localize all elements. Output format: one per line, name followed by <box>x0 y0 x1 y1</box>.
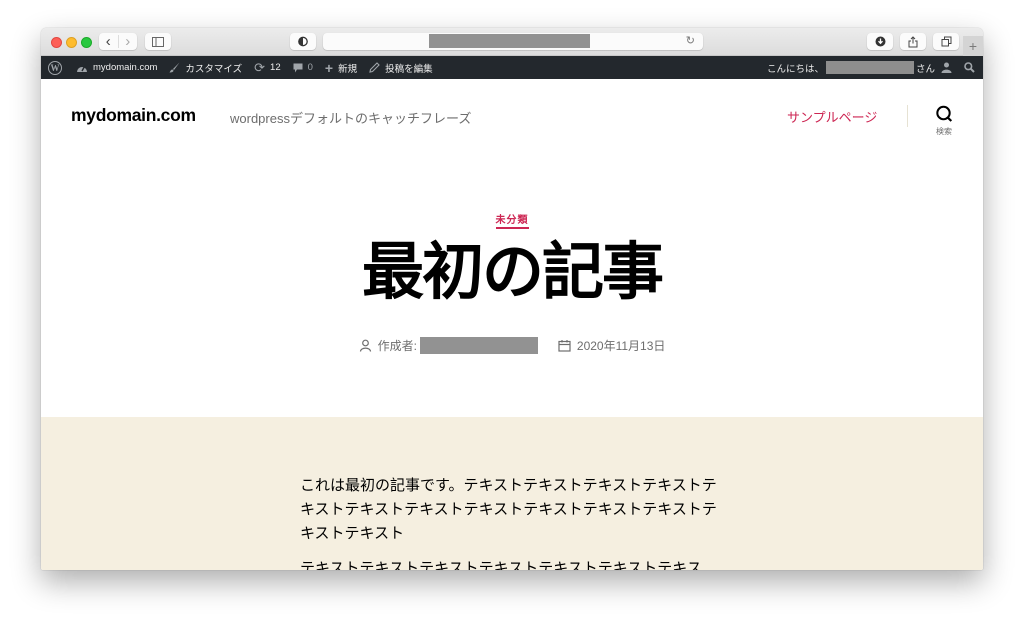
chevron-right-icon: › <box>125 33 131 50</box>
admin-bar-edit-post-label: 投稿を編集 <box>385 63 433 75</box>
admin-bar-site-name[interactable]: mydomain.com <box>70 56 163 79</box>
admin-bar-edit-post[interactable]: 投稿を編集 <box>363 56 439 79</box>
wp-admin-bar: W mydomain.com カスタマイズ ⟳ 12 0 + 新規 投稿を編集 … <box>41 56 983 79</box>
post-title: 最初の記事 <box>361 235 664 308</box>
forward-button[interactable]: › <box>119 33 138 50</box>
download-icon <box>875 36 885 47</box>
tab-overview-button[interactable] <box>933 33 959 50</box>
entry-header: 未分類 最初の記事 作成者: 2020年11月13日 <box>41 159 983 417</box>
post-author: 作成者: <box>359 337 538 354</box>
search-toggle-label: 検索 <box>936 127 952 136</box>
post-meta: 作成者: 2020年11月13日 <box>41 337 983 354</box>
updates-count: 12 <box>270 62 281 73</box>
post-date: 2020年11月13日 <box>558 337 666 354</box>
dashboard-icon <box>76 63 88 73</box>
sidebar-icon <box>152 36 164 47</box>
admin-bar-customize-label: カスタマイズ <box>185 63 243 75</box>
calendar-icon <box>558 340 571 352</box>
category-link[interactable]: 未分類 <box>495 215 529 229</box>
user-icon <box>359 339 371 352</box>
admin-bar-comments[interactable]: 0 <box>287 56 319 79</box>
greeting-suffix: さん <box>915 63 935 75</box>
post-paragraph: これは最初の記事です。テキストテキストテキストテキストテキストテキストテキストテ… <box>300 477 717 542</box>
admin-bar-customize[interactable]: カスタマイズ <box>163 56 248 79</box>
admin-bar-new[interactable]: + 新規 <box>319 56 363 79</box>
admin-bar-search[interactable] <box>956 56 983 79</box>
post-categories: 未分類 <box>41 210 983 229</box>
pencil-icon <box>369 62 380 73</box>
plus-icon: + <box>324 59 334 76</box>
downloads-button[interactable] <box>867 33 893 50</box>
close-window-button[interactable] <box>51 37 62 48</box>
maximize-window-button[interactable] <box>81 37 92 48</box>
post-content: これは最初の記事です。テキストテキストテキストテキストテキストテキストテキストテ… <box>41 417 983 570</box>
address-bar[interactable]: ↻ <box>323 33 703 50</box>
greeting-label: こんにちは、 <box>766 63 824 75</box>
history-nav-group: ‹ › <box>99 33 137 50</box>
post-date-link[interactable]: 2020年11月13日 <box>577 337 666 354</box>
comment-icon <box>293 63 303 73</box>
wp-logo-menu[interactable]: W <box>41 56 70 79</box>
admin-bar-new-label: 新規 <box>338 63 358 75</box>
paintbrush-icon <box>169 62 180 73</box>
chevron-left-icon: ‹ <box>105 33 111 50</box>
site-header: mydomain.com wordpressデフォルトのキャッチフレーズ サンプ… <box>41 79 983 159</box>
browser-window: ‹ › ↻ + W mydomain.com カスタマイズ ⟳ 12 0 + 新… <box>41 28 983 570</box>
privacy-report-button[interactable] <box>290 33 316 50</box>
user-avatar-icon <box>941 62 952 73</box>
username-redacted <box>825 61 914 74</box>
header-divider <box>907 105 908 127</box>
admin-bar-my-account[interactable]: こんにちは、 さん <box>761 56 956 79</box>
admin-bar-site-name-label: mydomain.com <box>93 62 158 73</box>
url-redacted <box>429 34 590 48</box>
site-title-link[interactable]: mydomain.com <box>71 105 196 126</box>
sidebar-toggle-button[interactable] <box>145 33 171 50</box>
search-icon <box>936 105 953 122</box>
admin-bar-secondary: こんにちは、 さん <box>761 56 983 79</box>
new-tab-button[interactable]: + <box>963 36 983 56</box>
author-label: 作成者: <box>377 339 417 353</box>
search-icon <box>964 62 975 73</box>
wordpress-logo-icon: W <box>48 60 62 75</box>
updates-icon: ⟳ <box>254 59 266 75</box>
comments-count: 0 <box>307 62 313 73</box>
browser-titlebar: ‹ › ↻ + <box>41 28 983 56</box>
site-description: wordpressデフォルトのキャッチフレーズ <box>230 111 472 126</box>
admin-bar-updates[interactable]: ⟳ 12 <box>248 56 286 79</box>
share-button[interactable] <box>900 33 926 50</box>
share-icon <box>908 35 918 47</box>
privacy-shield-icon <box>298 36 308 47</box>
tabs-overview-icon <box>941 36 951 47</box>
post-paragraph: テキストテキストテキストテキストテキストテキストテキス <box>300 560 702 570</box>
nav-item-sample-page[interactable]: サンプルページ <box>787 107 877 126</box>
minimize-window-button[interactable] <box>66 37 77 48</box>
back-button[interactable]: ‹ <box>99 33 118 50</box>
reload-icon[interactable]: ↻ <box>686 34 695 47</box>
search-toggle-button[interactable]: 検索 <box>929 105 959 137</box>
author-name-redacted[interactable] <box>419 337 538 354</box>
